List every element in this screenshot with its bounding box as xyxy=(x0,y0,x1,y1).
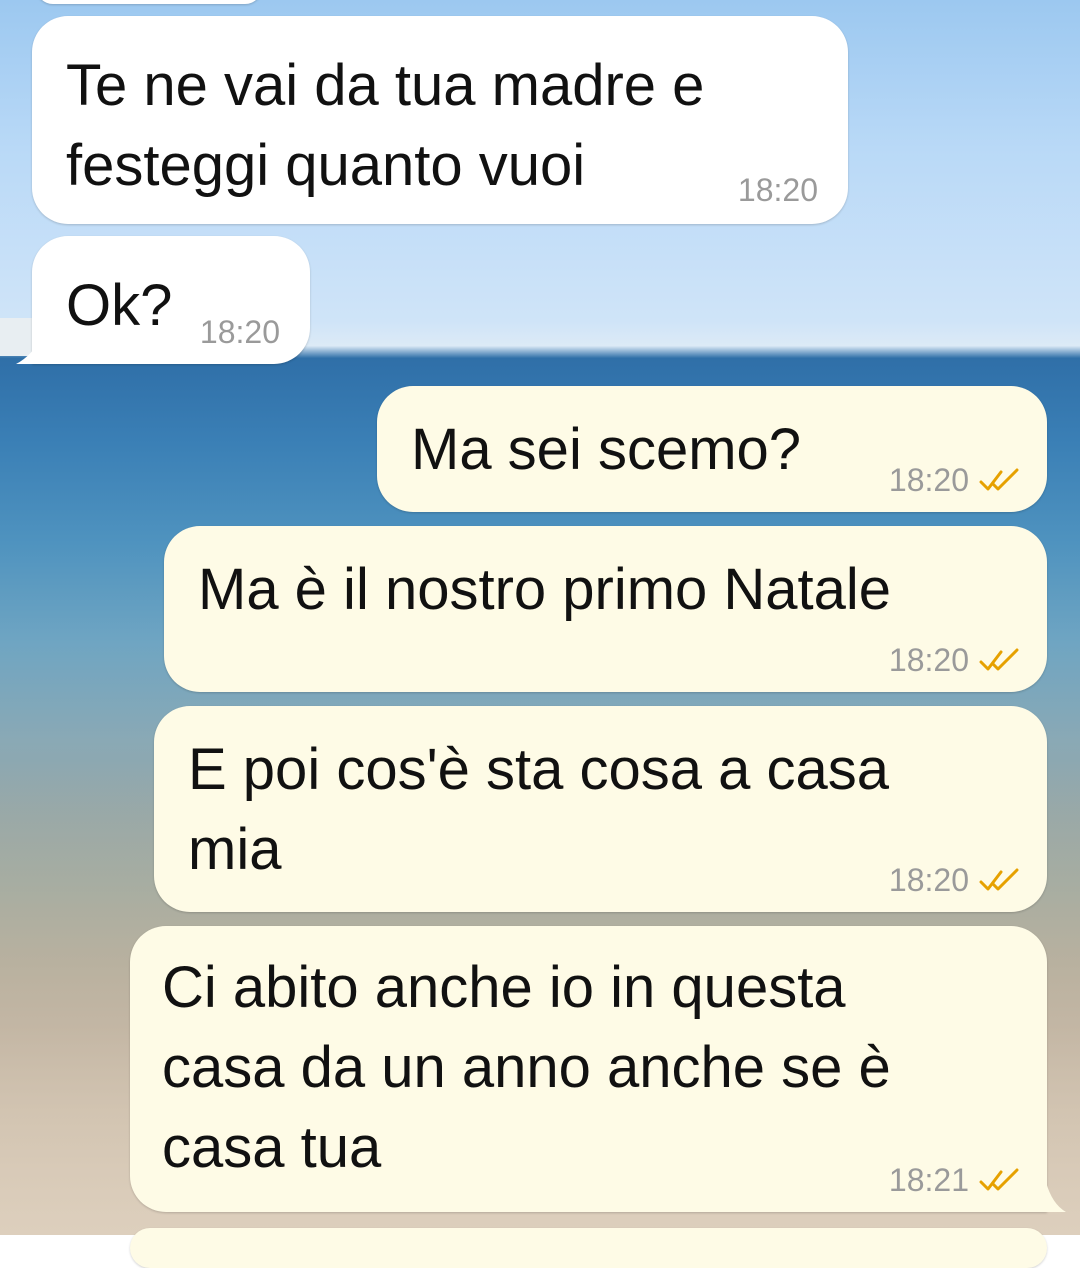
bubble-tail-incoming xyxy=(16,334,44,364)
message-meta: 18:20 xyxy=(738,170,818,210)
message-bubble-incoming[interactable]: Te ne vai da tua madre e festeggi quanto… xyxy=(32,16,848,224)
message-time: 18:21 xyxy=(888,1162,969,1198)
message-meta: 18:20 xyxy=(889,640,1025,680)
message-text: Te ne vai da tua madre e festeggi quanto… xyxy=(66,53,705,198)
message-text: Ma è il nostro primo Natale xyxy=(198,557,892,622)
read-ticks-icon xyxy=(979,868,1019,891)
message-list[interactable]: Te ne vai da tua madre e festeggi quanto… xyxy=(0,0,1080,1268)
message-bubble-outgoing[interactable]: Ci abito anche io in questa casa da un a… xyxy=(130,926,1047,1212)
bubble-tail-outgoing xyxy=(1046,1182,1066,1212)
read-ticks-icon xyxy=(979,1168,1019,1191)
message-bubble-outgoing[interactable]: Ma è il nostro primo Natale 18:20 xyxy=(164,526,1047,692)
previous-message-bubble[interactable] xyxy=(36,0,262,4)
message-meta: 18:20 xyxy=(889,460,1025,500)
message-time: 18:20 xyxy=(888,462,969,498)
message-time: 18:20 xyxy=(737,172,818,208)
read-ticks-icon xyxy=(979,468,1019,491)
next-message-bubble[interactable] xyxy=(130,1228,1047,1268)
message-meta: 18:20 xyxy=(889,860,1025,900)
message-time: 18:20 xyxy=(888,862,969,898)
message-text: Ok? xyxy=(66,273,173,338)
message-bubble-outgoing[interactable]: E poi cos'è sta cosa a casa mia 18:20 xyxy=(154,706,1047,912)
read-ticks-icon xyxy=(979,648,1019,671)
message-bubble-incoming[interactable]: Ok? 18:20 xyxy=(32,236,310,364)
message-text: Ci abito anche io in questa casa da un a… xyxy=(162,955,891,1180)
message-time: 18:20 xyxy=(888,642,969,678)
message-meta: 18:20 xyxy=(200,312,280,352)
message-bubble-outgoing[interactable]: Ma sei scemo? 18:20 xyxy=(377,386,1047,512)
message-text: Ma sei scemo? xyxy=(411,417,802,482)
message-time: 18:20 xyxy=(199,314,280,350)
message-text: E poi cos'è sta cosa a casa mia xyxy=(188,737,890,882)
message-meta: 18:21 xyxy=(889,1160,1025,1200)
